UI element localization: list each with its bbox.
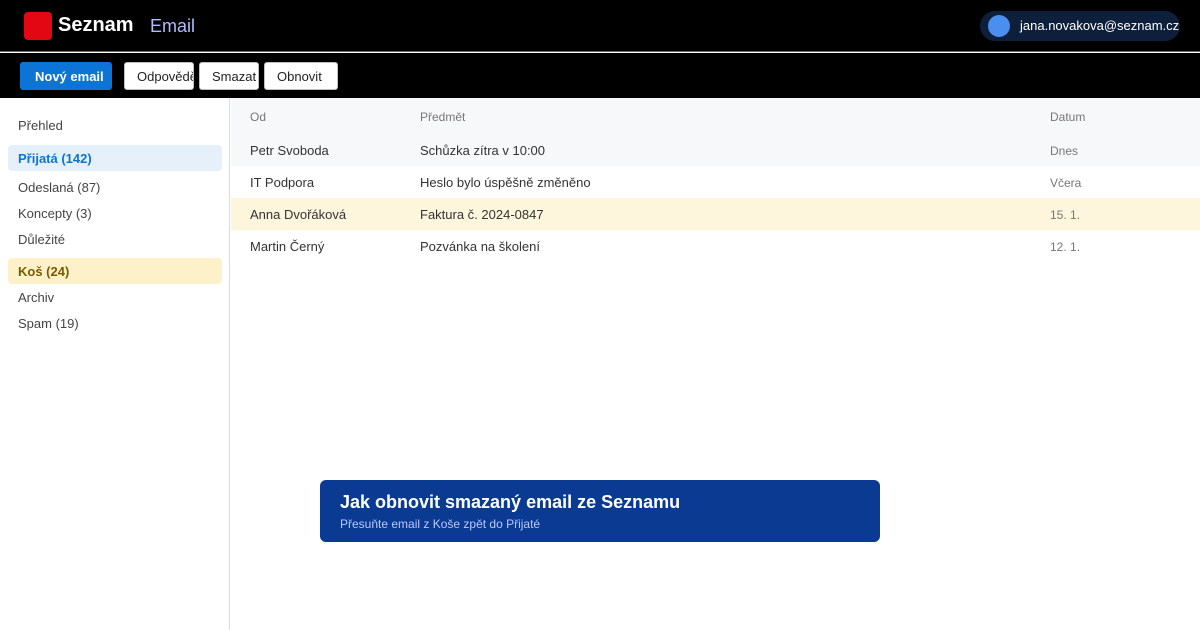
row-subject: Heslo bylo úspěšně změněno (420, 175, 591, 190)
row-from: Anna Dvořáková (250, 207, 347, 222)
banner-title: Jak obnovit smazaný email ze Seznamu (340, 492, 681, 512)
toolbar: Nový email Odpovědět Smazat Obnovit (0, 53, 1200, 98)
restore-button[interactable]: Obnovit (264, 62, 338, 90)
table-row[interactable]: Petr Svoboda Schůzka zítra v 10:00 Dnes (231, 134, 1200, 166)
sidebar-item-drafts[interactable]: Koncepty (3) (8, 200, 222, 226)
delete-button[interactable]: Smazat (199, 62, 259, 90)
sidebar-item-spam[interactable]: Spam (19) (8, 310, 222, 336)
app-name: Email (150, 16, 196, 36)
logo-text[interactable]: Seznam (58, 14, 134, 37)
reply-button[interactable]: Odpovědět (124, 62, 194, 90)
table-row[interactable]: Anna Dvořáková Faktura č. 2024-0847 15. … (231, 198, 1200, 230)
row-subject: Faktura č. 2024-0847 (420, 207, 544, 222)
row-subject: Schůzka zítra v 10:00 (420, 143, 546, 158)
row-from: IT Podpora (250, 175, 315, 190)
list-header: Od Předmět Datum (231, 98, 1200, 134)
column-header-date[interactable]: Datum (1050, 110, 1085, 124)
new-email-button[interactable]: Nový email (20, 62, 112, 90)
sidebar-item-archive[interactable]: Archiv (8, 284, 222, 310)
table-row[interactable]: Martin Černý Pozvánka na školení 12. 1. (231, 230, 1200, 262)
account-email: jana.novakova@seznam.cz (1020, 18, 1180, 33)
help-banner: Jak obnovit smazaný email ze Seznamu Pře… (320, 480, 880, 542)
sidebar-item-important[interactable]: Důležité (8, 226, 222, 252)
row-date: 15. 1. (1050, 208, 1081, 222)
seznam-logo-icon[interactable] (24, 12, 52, 40)
row-from: Petr Svoboda (250, 143, 329, 158)
row-subject: Pozvánka na školení (420, 239, 540, 254)
row-date: Včera (1050, 176, 1082, 190)
sidebar-item-inbox[interactable]: Přijatá (142) (8, 145, 222, 171)
banner-subtitle: Přesuňte email z Koše zpět do Přijaté (340, 517, 541, 531)
account-menu[interactable]: jana.novakova@seznam.cz (980, 11, 1180, 41)
table-row[interactable]: IT Podpora Heslo bylo úspěšně změněno Vč… (231, 166, 1200, 198)
top-bar: Seznam Email jana.novakova@seznam.cz (0, 0, 1200, 52)
sidebar-item-overview[interactable]: Přehled (8, 112, 222, 138)
column-header-from[interactable]: Od (250, 110, 266, 124)
row-from: Martin Černý (250, 239, 325, 254)
row-date: Dnes (1050, 144, 1079, 158)
sidebar-item-trash[interactable]: Koš (24) (8, 258, 222, 284)
sidebar: Přehled Přijatá (142) Odeslaná (87) Konc… (0, 98, 230, 630)
column-header-subject[interactable]: Předmět (420, 110, 465, 124)
avatar (988, 15, 1010, 37)
row-date: 12. 1. (1050, 240, 1081, 254)
email-list: Od Předmět Datum Petr Svoboda Schůzka zí… (231, 98, 1200, 630)
sidebar-item-sent[interactable]: Odeslaná (87) (8, 174, 222, 200)
